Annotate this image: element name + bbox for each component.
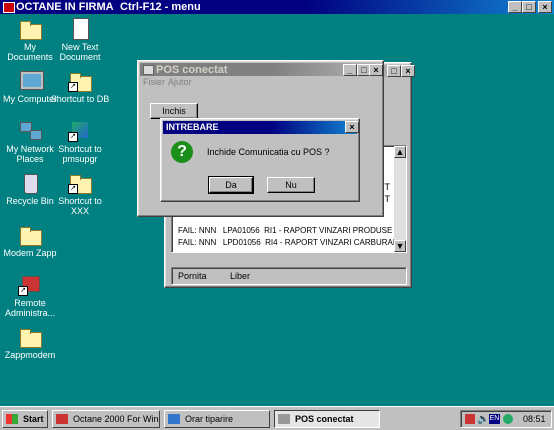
system-tray: 🔈 EN 08:51 xyxy=(460,410,552,428)
pos-minimize-button[interactable]: _ xyxy=(343,64,357,76)
inchis-button[interactable]: Inchis xyxy=(150,103,198,119)
octane-close-button[interactable]: × xyxy=(401,65,415,77)
recycle-bin-icon xyxy=(18,172,42,194)
my-documents-icon xyxy=(18,18,42,40)
close-button[interactable]: × xyxy=(538,1,552,13)
taskbar: Start Octane 2000 For Window... Orar tip… xyxy=(0,406,554,430)
task-octane[interactable]: Octane 2000 For Window... xyxy=(52,410,160,428)
desktop-icon-shortcut-db[interactable]: ↗ Shortcut to DB xyxy=(50,70,110,104)
start-button[interactable]: Start xyxy=(2,410,48,428)
clock[interactable]: 08:51 xyxy=(523,414,546,424)
program-icon: ↗ xyxy=(68,120,92,142)
pos-title-bar: POS conectat _ □ × xyxy=(140,63,383,76)
log-line: FAIL: NNN LPA01056 RI1 - RAPORT VINZARI … xyxy=(178,226,393,235)
no-button[interactable]: Nu xyxy=(267,177,315,193)
dialog-title: INTREBARE xyxy=(166,122,219,132)
scroll-down-button[interactable]: ▼ xyxy=(394,240,406,252)
status-left: Pornita xyxy=(178,271,207,281)
desktop-icon-shortcut-pmsupgr[interactable]: ↗ Shortcut to pmsupgr xyxy=(50,120,110,164)
task-orar[interactable]: Orar tiparire xyxy=(164,410,270,428)
network-icon xyxy=(18,120,42,142)
language-indicator[interactable]: EN xyxy=(489,414,500,424)
speaker-icon[interactable]: 🔈 xyxy=(477,414,489,425)
desktop-icon-modem-zapp[interactable]: Modem Zapp xyxy=(0,224,60,258)
octane-maximize-button[interactable]: □ xyxy=(387,65,401,77)
folder-icon: ↗ xyxy=(68,172,92,194)
dialog-close-button[interactable]: × xyxy=(345,121,359,133)
app-hint: Ctrl-F12 - menu xyxy=(120,1,201,13)
question-icon: ? xyxy=(171,141,193,163)
status-right: Liber xyxy=(230,271,251,281)
pos-task-icon xyxy=(278,414,290,424)
dialog-message: Inchide Comunicatia cu POS ? xyxy=(207,147,330,157)
tray-network-icon[interactable] xyxy=(503,414,513,424)
pos-window-icon xyxy=(143,65,154,75)
scroll-up-button[interactable]: ▲ xyxy=(394,146,406,158)
octane-task-icon xyxy=(56,414,68,424)
desktop-icon-new-text-document[interactable]: New Text Document xyxy=(50,18,110,62)
desktop-icon-shortcut-xxx[interactable]: ↗ Shortcut to XXX xyxy=(50,172,110,216)
app-title-bar: OCTANE IN FIRMA Ctrl-F12 - menu _ □ × xyxy=(0,0,554,14)
desktop-icon-remote-admin[interactable]: ↗ Remote Administra... xyxy=(0,274,60,318)
remote-admin-icon: ↗ xyxy=(18,274,42,296)
confirm-dialog: INTREBARE × ? Inchide Comunicatia cu POS… xyxy=(160,118,360,202)
log-line: FAIL: NNN LPD01056 RI4 - RAPORT VINZARI … xyxy=(178,238,406,247)
yes-button[interactable]: Da xyxy=(208,176,254,194)
pos-title: POS conectat xyxy=(156,64,228,76)
folder-icon: ↗ xyxy=(68,70,92,92)
minimize-button[interactable]: _ xyxy=(508,1,522,13)
desktop-icon-zappmodem[interactable]: Zappmodem xyxy=(0,326,60,360)
task-pos-conectat[interactable]: POS conectat xyxy=(274,410,380,428)
pos-close-button[interactable]: × xyxy=(369,64,383,76)
status-bar: Pornita Liber xyxy=(171,267,407,285)
tray-app-icon[interactable] xyxy=(465,414,475,424)
orar-task-icon xyxy=(168,414,180,424)
text-document-icon xyxy=(68,18,92,40)
windows-logo-icon xyxy=(6,414,18,424)
log-scrollbar[interactable]: ▲ ▼ xyxy=(394,146,406,252)
folder-icon xyxy=(18,224,42,246)
computer-icon xyxy=(18,70,44,92)
app-title: OCTANE IN FIRMA xyxy=(16,1,114,13)
menu-ajutor[interactable]: Ajutor xyxy=(168,77,192,87)
maximize-button[interactable]: □ xyxy=(522,1,536,13)
folder-icon xyxy=(18,326,42,348)
dialog-title-bar: INTREBARE × xyxy=(163,121,359,134)
menu-fisier[interactable]: Fisier xyxy=(143,77,165,87)
app-icon xyxy=(3,2,15,13)
